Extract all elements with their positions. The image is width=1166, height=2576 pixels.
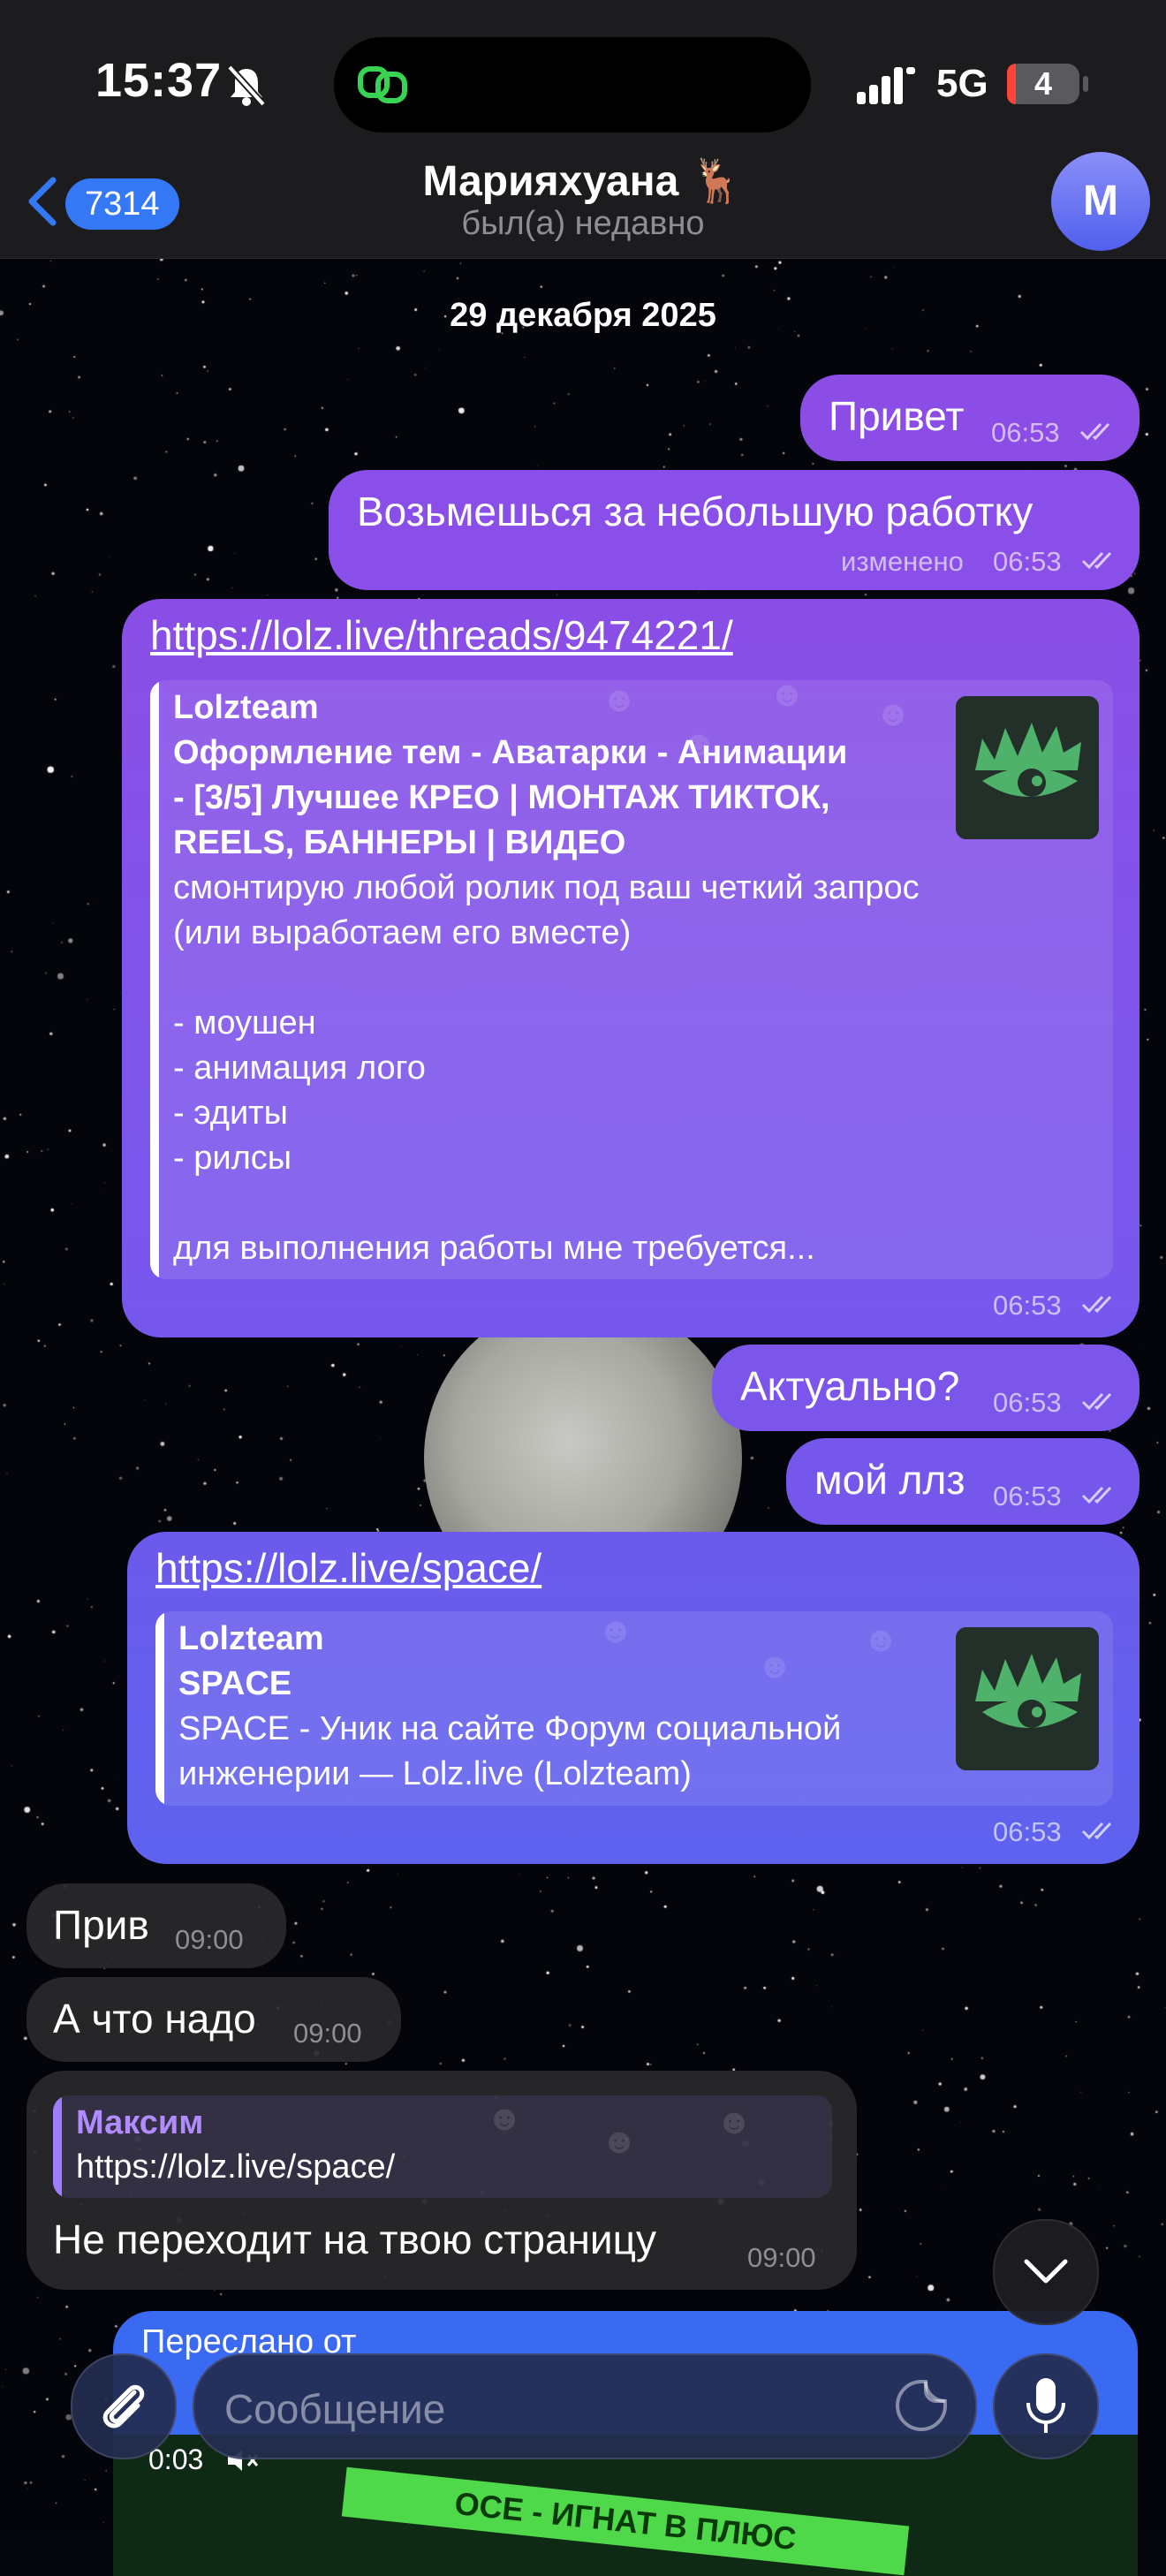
lolz-eye-logo-icon [956, 1627, 1099, 1770]
battery-icon: 4 [1007, 64, 1079, 104]
message-input-placeholder: Сообщение [224, 2386, 446, 2432]
chevron-down-icon [1024, 2259, 1068, 2284]
message-time: 09:00 [747, 2242, 816, 2273]
message-time: 06:53 [993, 1816, 1062, 1847]
message-text: мой ллз [814, 1457, 965, 1503]
preview-title-line: SPACE [178, 1665, 292, 1702]
reply-quote[interactable]: ☻ ☻ ☻ Максим https://lolz.live/space/ [53, 2095, 832, 2198]
attach-button[interactable] [71, 2353, 177, 2459]
preview-desc-line: SPACE - Уник на сайте Форум социальной [178, 1710, 842, 1747]
chevron-left-icon [28, 177, 57, 226]
battery-tip [1083, 76, 1088, 92]
scroll-to-bottom-button[interactable] [993, 2219, 1099, 2325]
preview-title-line: Оформление тем - Аватарки - Анимации [173, 734, 848, 771]
reply-accent-bar [53, 2095, 62, 2198]
pattern-devil-icon: ☻ [756, 1647, 794, 1686]
message-time: 06:53 [993, 1387, 1062, 1418]
message-text: А что надо [53, 1996, 256, 2042]
preview-site-name: Lolzteam [173, 689, 319, 726]
microphone-icon [1026, 2378, 1065, 2433]
cell-signal-icon [857, 67, 915, 104]
message-input[interactable]: Сообщение [193, 2353, 977, 2459]
pattern-devil-icon: ☻ [768, 680, 806, 714]
outgoing-message[interactable]: Актуально? 06:53 [712, 1345, 1140, 1431]
pattern-devil-icon: ☻ [601, 2122, 639, 2161]
preview-desc-line: - моушен [173, 1004, 316, 1042]
message-time: 09:00 [293, 2018, 362, 2049]
incoming-message[interactable]: А что надо 09:00 [26, 1977, 401, 2062]
link-preview-card[interactable]: ☻ ☻ ☻ ☻ Lolzteam Оформление тем - Аватар… [150, 680, 1113, 1279]
outgoing-link-message[interactable]: https://lolz.live/threads/9474221/ ☻ ☻ ☻… [122, 599, 1140, 1337]
edited-label: изменено [841, 546, 964, 577]
battery-percent: 4 [1034, 65, 1053, 102]
pattern-devil-icon: ☻ [862, 1620, 900, 1659]
outgoing-link-message[interactable]: https://lolz.live/space/ ☻ ☻ ☻ Lolzteam … [127, 1532, 1140, 1864]
lolz-eye-logo-icon [956, 696, 1099, 839]
bell-slash-icon [227, 64, 266, 107]
double-check-icon [1081, 551, 1112, 570]
dynamic-island [334, 37, 811, 133]
preview-title-line: REELS, БАННЕРЫ | ВИДЕО [173, 824, 626, 861]
outgoing-message[interactable]: Привет 06:53 [800, 375, 1140, 461]
double-check-icon [1081, 1392, 1112, 1411]
double-check-icon [1081, 1486, 1112, 1504]
incoming-message[interactable]: Прив 09:00 [26, 1883, 286, 1968]
preview-desc-line: инженерии — Lolz.live (Lolzteam) [178, 1755, 692, 1792]
voice-record-button[interactable] [993, 2353, 1099, 2459]
preview-accent-bar [155, 1611, 164, 1806]
unread-count-badge: 7314 [65, 178, 179, 230]
contact-status: был(а) недавно [461, 205, 705, 242]
reply-text: https://lolz.live/space/ [76, 2148, 396, 2186]
double-check-icon [1081, 1822, 1112, 1840]
pattern-devil-icon: ☻ [601, 680, 639, 719]
preview-desc-line: - анимация лого [173, 1049, 426, 1087]
paperclip-icon [102, 2384, 145, 2428]
network-type: 5G [936, 62, 988, 105]
message-link[interactable]: https://lolz.live/threads/9474221/ [150, 611, 733, 659]
preview-title-line: - [3/5] Лучшее КРЕО | МОНТАЖ ТИКТОК, [173, 779, 830, 816]
pattern-devil-icon: ☻ [597, 1611, 635, 1650]
pattern-devil-icon: ☻ [874, 694, 912, 733]
message-text: Прив [53, 1902, 149, 1948]
message-time: 06:53 [993, 1481, 1062, 1512]
message-composer: Сообщение [0, 2332, 1166, 2534]
link-preview-card[interactable]: ☻ ☻ ☻ Lolzteam SPACE SPACE - Уник на сай… [155, 1611, 1113, 1806]
pattern-devil-icon: ☻ [486, 2099, 524, 2138]
message-text: Актуально? [740, 1363, 960, 1409]
back-button[interactable]: 7314 [16, 168, 193, 239]
incoming-reply-message[interactable]: ☻ ☻ ☻ Максим https://lolz.live/space/ Не… [26, 2071, 857, 2290]
preview-desc-line: для выполнения работы мне требуется... [173, 1230, 815, 1267]
message-text: Привет [829, 393, 965, 439]
status-bar: 15:37 5G 4 [0, 0, 1166, 168]
double-check-icon [1081, 1295, 1112, 1314]
preview-desc-line: смонтирую любой ролик под ваш четкий зап… [173, 869, 920, 906]
message-text: Не переходит на твою страницу [53, 2216, 656, 2262]
message-time: 06:53 [993, 1290, 1062, 1321]
pattern-devil-icon: ☻ [716, 2102, 753, 2141]
preview-desc-line: (или выработаем его вместе) [173, 914, 632, 951]
message-time: 09:00 [175, 1924, 244, 1955]
sticker-icon[interactable] [892, 2376, 950, 2435]
outgoing-message[interactable]: Возьмешься за небольшую работку изменено… [329, 470, 1140, 590]
preview-desc-line: - рилсы [173, 1140, 292, 1177]
message-time: 06:53 [991, 417, 1060, 448]
message-link[interactable]: https://lolz.live/space/ [155, 1544, 541, 1592]
reply-author: Максим [76, 2104, 204, 2141]
message-time: 06:53 [993, 546, 1062, 577]
outgoing-message[interactable]: мой ллз 06:53 [786, 1438, 1140, 1525]
preview-desc-line: - эдиты [173, 1095, 288, 1132]
date-separator: 29 декабря 2025 [450, 297, 716, 334]
status-time: 15:37 [95, 54, 223, 107]
double-check-icon [1079, 422, 1110, 441]
message-text: Возьмешься за небольшую работку [357, 489, 1034, 534]
preview-accent-bar [150, 680, 159, 1279]
preview-site-name: Lolzteam [178, 1620, 324, 1657]
link-loop-icon [358, 66, 407, 103]
